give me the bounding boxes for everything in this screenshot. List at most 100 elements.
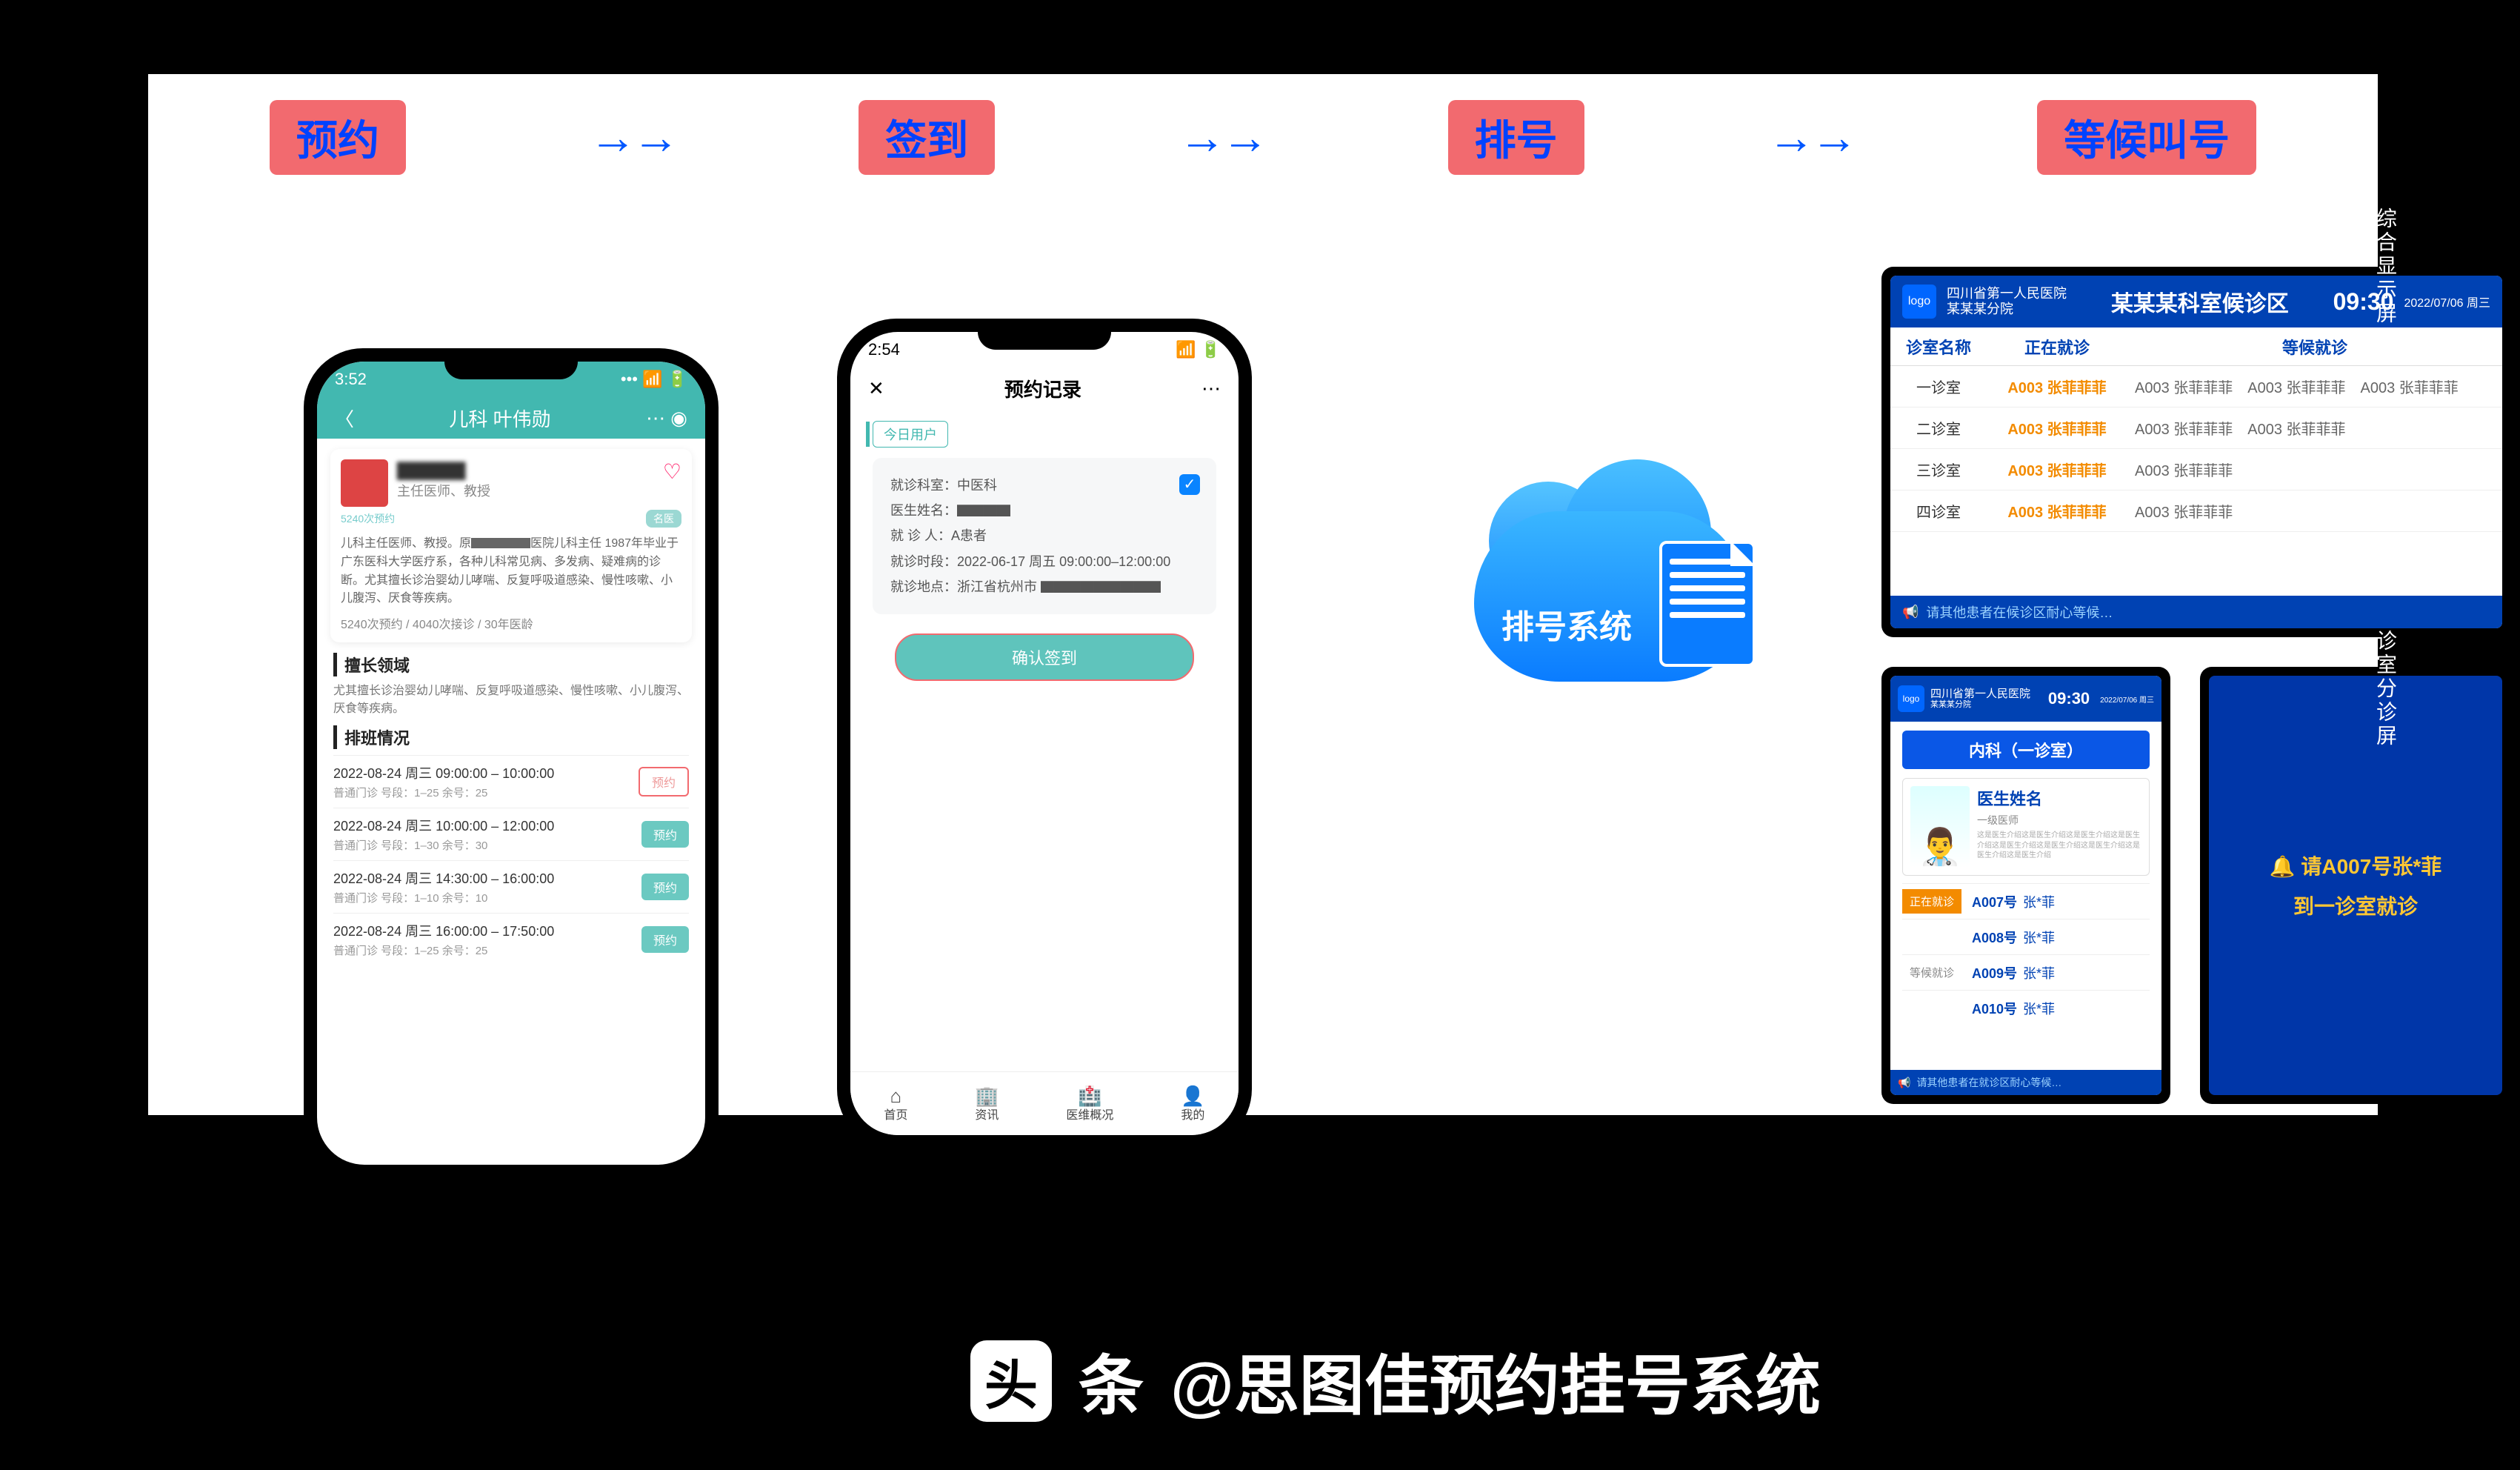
doctor-bio: 儿科主任医师、教授。原▇▇▇▇▇医院儿科主任 1987年毕业于广东医科大学医疗系… — [341, 535, 681, 608]
cell-room: 四诊室 — [1890, 500, 1987, 522]
bottom-nav: ⌂首页 🏢资讯 🏥医维概况 👤我的 — [850, 1071, 1239, 1135]
nav-me[interactable]: 👤我的 — [1181, 1085, 1204, 1122]
user-icon: 👤 — [1181, 1085, 1204, 1108]
table-row: 一诊室A003 张菲菲菲A003 张菲菲菲A003 张菲菲菲A003 张菲菲菲 — [1890, 366, 2502, 408]
cell-wait: A003 张菲菲菲A003 张菲菲菲A003 张菲菲菲 — [2127, 376, 2502, 397]
flow-step-checkin: 签到 — [859, 100, 995, 175]
more-icon[interactable]: ⋯ — [1201, 377, 1221, 400]
nav-home[interactable]: ⌂首页 — [884, 1085, 907, 1122]
page-title: 预约记录 — [884, 375, 1201, 402]
cell-wait: A003 张菲菲菲 — [2127, 500, 2502, 522]
hospital-name: 四川省第一人民医院 — [1930, 688, 2030, 701]
slot-detail: 普通门诊 号段：1–25 余号：25 — [333, 785, 554, 800]
col-now: 正在就诊 — [1987, 335, 2127, 359]
clock-date: 2022/07/06 周三 — [2100, 694, 2154, 705]
cell-wait: A003 张菲菲菲 — [2127, 459, 2502, 480]
avatar — [341, 459, 388, 507]
toutiao-icon: 头 — [970, 1340, 1052, 1422]
famous-tag: 名医 — [646, 510, 681, 528]
queue-number: A008号 — [1972, 928, 2017, 947]
slot-row[interactable]: 2022-08-24 周三 14:30:00 – 16:00:00 普通门诊 号段… — [333, 860, 689, 913]
confirm-checkin-button[interactable]: 确认签到 — [895, 633, 1194, 681]
slot-detail: 普通门诊 号段：1–10 余号：10 — [333, 890, 554, 905]
cell-now: A003 张菲菲菲 — [1987, 500, 2127, 522]
branch-name: 某某某分院 — [1930, 700, 2030, 709]
doctor-level: 一级医师 — [1977, 813, 2141, 828]
book-button[interactable]: 预约 — [641, 874, 689, 900]
queue-number: A007号 — [1972, 892, 2017, 911]
slot-detail: 普通门诊 号段：1–30 余号：30 — [333, 837, 554, 853]
brand-text: @思图佳预约挂号系统 — [1170, 1334, 1821, 1428]
marquee-text: 请其他患者在就诊区耐心等候… — [1916, 1075, 2061, 1090]
logo-icon: logo — [1902, 285, 1936, 319]
heart-icon[interactable]: ♡ — [663, 459, 681, 507]
marquee-text: 请其他患者在候诊区耐心等候… — [1926, 602, 2113, 622]
queue-row: 正在就诊A007号张*菲 — [1902, 883, 2150, 919]
call-line-1: 🔔 请A007号张*菲 — [2270, 851, 2441, 880]
slot-time: 2022-08-24 周三 09:00:00 – 10:00:00 — [333, 763, 554, 782]
queue-row: A010号张*菲 — [1902, 990, 2150, 1025]
book-button[interactable]: 预约 — [639, 767, 689, 796]
doctor-photo — [1910, 786, 1970, 868]
clock-date: 2022/07/06 周三 — [2404, 293, 2490, 310]
cell-room: 一诊室 — [1890, 376, 1987, 397]
cell-now: A003 张菲菲菲 — [1987, 376, 2127, 397]
close-icon[interactable]: ✕ — [868, 377, 884, 400]
phone-appointment: 3:52 ••• 📶 🔋 〈 儿科 叶伟勋 ⋯ ◉ ▇▇▇▇▇ 主任医师、教授 — [304, 348, 719, 1178]
slot-time: 2022-08-24 周三 10:00:00 – 12:00:00 — [333, 816, 554, 835]
nav-news[interactable]: 🏢资讯 — [975, 1085, 999, 1122]
section-title: 排班情况 — [333, 725, 689, 749]
col-room: 诊室名称 — [1890, 335, 1987, 359]
flow-step-wait: 等候叫号 — [2037, 100, 2256, 175]
calling-screen: 🔔 请A007号张*菲 到一诊室就诊 — [2200, 667, 2511, 1104]
slot-row[interactable]: 2022-08-24 周三 09:00:00 – 10:00:00 普通门诊 号段… — [333, 755, 689, 808]
book-button[interactable]: 预约 — [641, 926, 689, 953]
slot-detail: 普通门诊 号段：1–25 余号：25 — [333, 942, 554, 958]
queue-number: A009号 — [1972, 963, 2017, 982]
flow-header: 预约 →→ 签到 →→ 排号 →→ 等候叫号 — [148, 96, 2378, 178]
slot-row[interactable]: 2022-08-24 周三 10:00:00 – 12:00:00 普通门诊 号段… — [333, 808, 689, 860]
queue-tag: 等候就诊 — [1902, 965, 1961, 980]
slot-time: 2022-08-24 周三 14:30:00 – 16:00:00 — [333, 868, 554, 888]
document-icon — [1659, 541, 1756, 667]
back-icon[interactable]: 〈 — [335, 405, 354, 432]
schedule-section: 排班情况 2022-08-24 周三 09:00:00 – 10:00:00 普通… — [333, 725, 689, 965]
toutiao-text: 条 — [1079, 1334, 1144, 1428]
cell-room: 三诊室 — [1890, 459, 1987, 480]
cell-now: A003 张菲菲菲 — [1987, 417, 2127, 439]
hospital-icon: 🏥 — [1066, 1085, 1113, 1108]
check-icon[interactable]: ✓ — [1179, 474, 1200, 495]
checkin-card[interactable]: 就诊科室：中医科 医生姓名：▇▇▇▇ 就 诊 人：A患者 就诊时段：2022-0… — [873, 458, 1216, 614]
logo-icon: logo — [1898, 685, 1924, 712]
page-title: 儿科 叶伟勋 — [354, 405, 646, 432]
flow-step-appoint: 预约 — [270, 100, 406, 175]
queue-row: A008号张*菲 — [1902, 919, 2150, 954]
row-time: 就诊时段：2022-06-17 周五 09:00:00–12:00:00 — [890, 549, 1199, 574]
book-button[interactable]: 预约 — [641, 821, 689, 848]
arrow-icon: →→ — [590, 110, 676, 164]
waiting-area-screen: logo 四川省第一人民医院 某某某分院 某某某科室候诊区 09:30 2022… — [1881, 267, 2511, 637]
section-title: 擅长领域 — [333, 653, 689, 676]
nav-hospital[interactable]: 🏥医维概况 — [1066, 1085, 1113, 1122]
more-icon[interactable]: ⋯ ◉ — [646, 407, 687, 430]
status-time: 2:54 — [868, 340, 900, 359]
cloud-label: 排号系统 — [1474, 600, 1659, 648]
room-screen: logo 四川省第一人民医院 某某某分院 09:30 2022/07/06 周三… — [1881, 667, 2170, 1104]
clock-time: 09:30 — [2048, 689, 2090, 708]
phone-checkin: 2:54 📶 🔋 ✕ 预约记录 ⋯ 今日用户 就诊科室：中医科 医生姓名：▇▇▇… — [837, 319, 1252, 1148]
arrow-icon: →→ — [1179, 110, 1264, 164]
table-row: 三诊室A003 张菲菲菲A003 张菲菲菲 — [1890, 449, 2502, 490]
queue-name: 张*菲 — [2023, 928, 2055, 947]
arrow-icon: →→ — [1767, 110, 1853, 164]
slot-row[interactable]: 2022-08-24 周三 16:00:00 – 17:50:00普通门诊 号段… — [333, 913, 689, 965]
row-place: 就诊地点：浙江省杭州市 ▇▇▇▇▇▇▇▇▇ — [890, 574, 1199, 599]
cell-wait: A003 张菲菲菲A003 张菲菲菲 — [2127, 417, 2502, 439]
queue-name: 张*菲 — [2023, 892, 2055, 911]
area-title: 某某某科室候诊区 — [2077, 285, 2323, 318]
doctor-bio: 这是医生介绍这是医生介绍这是医生介绍这是医生介绍这是医生介绍这是医生介绍这是医生… — [1977, 831, 2141, 861]
row-patient: 就 诊 人：A患者 — [890, 523, 1199, 548]
queue-row: 等候就诊A009号张*菲 — [1902, 954, 2150, 990]
doctor-name: 医生姓名 — [1977, 786, 2141, 810]
col-wait: 等候就诊 — [2127, 335, 2502, 359]
doctor-title: 主任医师、教授 — [397, 481, 490, 500]
